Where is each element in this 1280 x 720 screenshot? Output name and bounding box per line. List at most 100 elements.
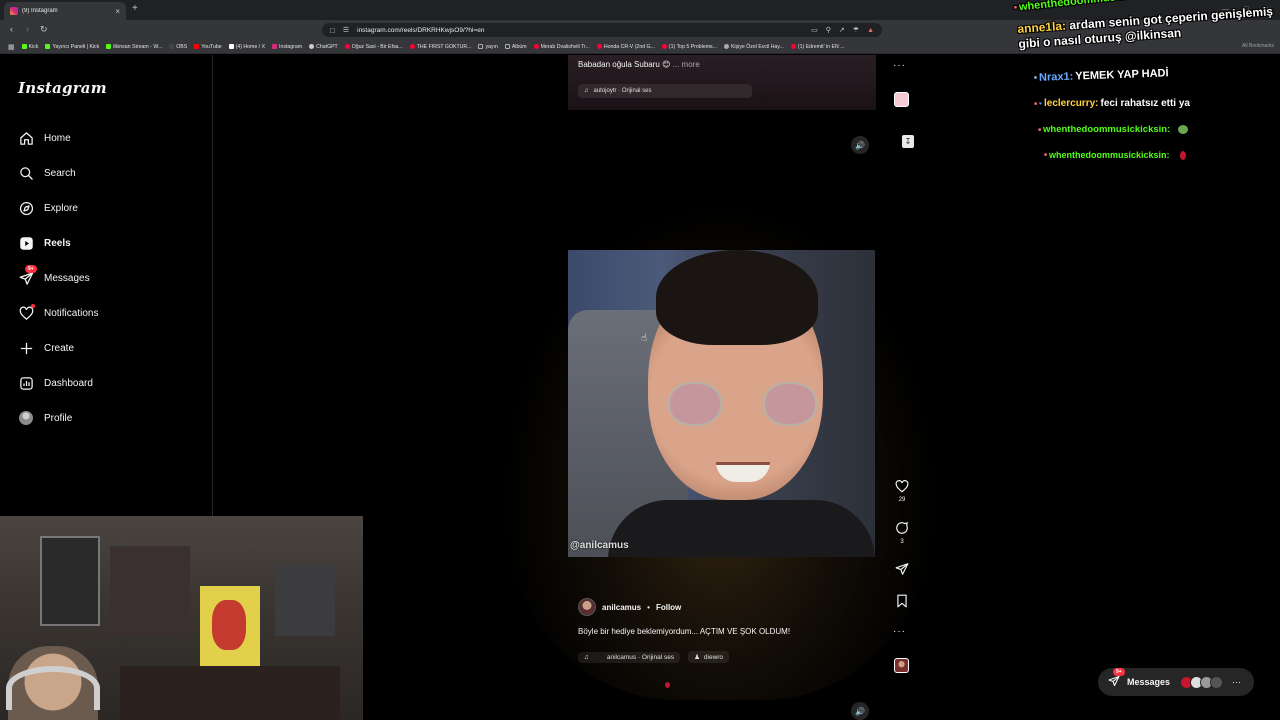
sidebar-item-explore[interactable]: Explore (18, 197, 78, 219)
back-icon[interactable]: ‹ (10, 24, 13, 34)
bookmark-item[interactable]: Oğuz Sasi - Bir Efsa... (344, 44, 403, 50)
heart-icon (895, 480, 909, 496)
speaker-icon: 🔊 (855, 706, 865, 716)
chat-username: whenthedoommusickicksin: (1018, 0, 1166, 13)
red-sticker (665, 682, 670, 688)
audio-thumbnail[interactable] (894, 658, 909, 673)
bookmark-item[interactable]: Kişiye Özel Evcil Hay... (723, 44, 784, 50)
chat-message: ■ whenthedoommusickicksin: (1044, 150, 1186, 160)
previous-reel-caption: Babadan oğula Subaru 😊 ... more (578, 60, 700, 69)
mute-button[interactable]: 🔊 (851, 702, 869, 720)
bookmark-item[interactable]: ChatGPT (309, 44, 338, 50)
sidebar-item-label: Search (44, 167, 76, 179)
reel-caption: Böyle bir hediye beklemiyordum... AÇTIM … (578, 627, 791, 636)
bookmark-item[interactable]: Honda CR-V (2nd G... (596, 44, 655, 50)
notification-dot (31, 304, 35, 308)
reload-icon[interactable]: ↻ (40, 24, 48, 35)
site-info-icon[interactable]: ☰ (343, 26, 349, 34)
chat-message: ■ whenthedoommusickicksin: (1038, 124, 1189, 135)
bookmark-label: Albüm (511, 43, 527, 50)
like-button[interactable]: 29 (892, 480, 912, 503)
more-link[interactable]: ... more (673, 60, 700, 69)
reel-video[interactable]: @anilcamus (568, 250, 875, 557)
bookmark-item[interactable]: OBS (169, 44, 187, 50)
save-button[interactable] (892, 594, 912, 611)
tab-title: (9) Instagram (22, 8, 58, 14)
bookmark-item[interactable]: YouTube (194, 43, 222, 50)
recent-contacts (1180, 675, 1224, 689)
address-bar[interactable]: □ ☰ instagram.com/reels/DRKRHKwjsO9/?hl=… (322, 23, 882, 37)
instagram-logo[interactable]: Instagram (18, 79, 107, 97)
browser-tab-instagram[interactable]: (9) Instagram × (4, 2, 126, 20)
zoom-icon[interactable]: ⚲ (826, 26, 831, 34)
bookmark-label: Instagram (279, 43, 303, 50)
badge-icon: ■ (1044, 152, 1048, 158)
sidebar-item-label: Profile (44, 412, 73, 424)
bookmark-item[interactable]: ilkinsan Stream - W... (106, 44, 162, 50)
sidebar-item-dashboard[interactable]: Dashboard (18, 372, 93, 394)
sidebar-item-create[interactable]: Create (18, 337, 74, 359)
tagged-user-pill[interactable]: ♟ diewro (688, 651, 730, 663)
bookmark-label: OBS (176, 43, 188, 50)
bookmark-item[interactable]: (1) Edremit' in EN ... (790, 43, 845, 50)
messages-badge: 9+ (25, 265, 37, 273)
messages-floating-button[interactable]: 9+ Messages ··· (1098, 667, 1254, 696)
search-icon (18, 165, 34, 181)
bookmark-icon[interactable]: □ (330, 26, 335, 35)
previous-reel-audio[interactable]: ♫ autojoytr · Orijinal ses (578, 84, 752, 98)
cast-icon[interactable]: ▭ (811, 26, 818, 34)
bookmark-item[interactable]: Yayıncı Paneli | Kick (45, 44, 99, 50)
bookmark-item[interactable]: Instagram (272, 44, 302, 50)
sidebar-item-label: Messages (44, 272, 90, 284)
comment-button[interactable]: 3 (892, 521, 912, 545)
sidebar-item-home[interactable]: Home (18, 127, 71, 149)
previous-reel-audio-thumb[interactable] (894, 92, 909, 107)
author-username[interactable]: anilcamus (602, 603, 641, 612)
shirt (608, 500, 875, 557)
audio-label: autojoytr · Orijinal ses (593, 88, 652, 94)
sidebar-item-search[interactable]: Search (18, 162, 76, 184)
download-icon[interactable]: ↧ (902, 135, 914, 148)
apps-grid-icon[interactable]: ▦ (8, 43, 15, 51)
close-tab-icon[interactable]: × (115, 7, 120, 16)
tagged-username: diewro (703, 653, 724, 661)
forward-icon[interactable]: › (26, 24, 29, 34)
bookmark-label: YouTube (201, 43, 222, 50)
bookmark-label: Yayıncı Paneli | Kick (52, 43, 100, 50)
audio-pill[interactable]: ♫ anilcamus · Orijinal ses (578, 651, 681, 663)
more-options-icon[interactable]: ··· (893, 60, 906, 71)
sidebar-item-reels[interactable]: Reels (18, 232, 71, 254)
youtube-icon (596, 44, 602, 49)
more-options-icon[interactable]: ··· (1232, 677, 1241, 687)
bookmark-item[interactable]: Merab Dvalishvili Tr... (533, 44, 590, 50)
chat-message: ■ whenthedoommusickicksin: (1013, 0, 1166, 14)
bookmark-folder[interactable]: Albüm (504, 43, 527, 50)
x-icon (228, 44, 234, 49)
bookmark-item[interactable]: THE FIRST GOKTUR... (409, 44, 471, 50)
more-options-icon[interactable]: ··· (893, 626, 906, 637)
bookmark-folder[interactable]: yayın (478, 44, 498, 50)
folder-icon (504, 44, 510, 49)
follow-button[interactable]: Follow (656, 603, 681, 612)
sidebar-item-messages[interactable]: 9+ Messages (18, 265, 90, 289)
chat-text: feci rahatsız etti ya (1100, 98, 1190, 109)
bookmark-item[interactable]: Kick (21, 44, 38, 50)
share-button[interactable] (892, 562, 912, 579)
bookmark-label: (1) Edremit' in EN ... (797, 43, 845, 50)
share-icon[interactable]: ↗ (839, 26, 845, 34)
bookmark-item[interactable]: (1) Top 5 Problems... (661, 44, 717, 50)
plus-icon (18, 340, 34, 356)
mute-button[interactable]: 🔊 (851, 136, 869, 154)
new-tab-icon[interactable]: + (132, 3, 138, 14)
reel-audio-row: ♫ anilcamus · Orijinal ses ♟ diewro (578, 650, 730, 664)
sidebar-item-profile[interactable]: Profile (18, 407, 72, 429)
shield-icon[interactable]: ☂ (853, 26, 859, 34)
author-avatar[interactable] (578, 598, 596, 616)
dashboard-icon (18, 375, 34, 391)
url-text[interactable]: instagram.com/reels/DRKRHKwjsO9/?hl=en (357, 27, 803, 34)
extension-icon[interactable]: ▲ (867, 27, 874, 34)
bookmark-item[interactable]: (4) Home / X (228, 44, 265, 50)
bookmark-label: ilkinsan Stream - W... (113, 43, 163, 50)
messages-icon: 9+ (1108, 667, 1125, 690)
sidebar-item-notifications[interactable]: Notifications (18, 302, 98, 324)
